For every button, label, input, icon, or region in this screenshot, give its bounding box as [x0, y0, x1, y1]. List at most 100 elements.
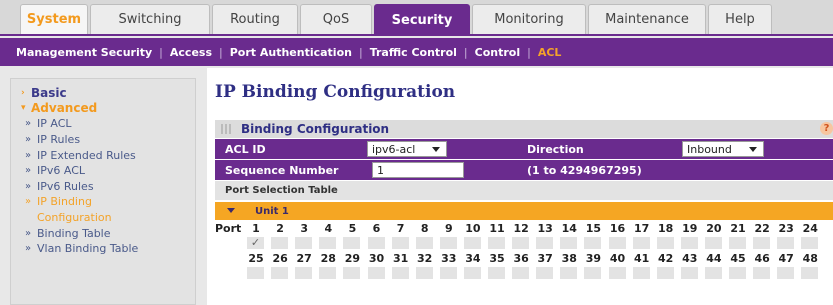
sidebar-item-label: IP Extended Rules	[37, 148, 136, 162]
port-checkbox-row-2	[215, 267, 833, 281]
submenu-separator: |	[463, 45, 468, 59]
sidebar-item-label: IP Binding	[37, 195, 92, 209]
port-checkbox-26[interactable]	[271, 267, 290, 279]
port-checkbox-21[interactable]	[729, 237, 747, 249]
port-checkbox-42[interactable]	[656, 267, 675, 279]
tab-routing[interactable]: Routing	[212, 4, 298, 34]
port-checkbox-29[interactable]	[343, 267, 362, 279]
port-number: 18	[658, 222, 674, 235]
sidebar-item-ip-extended-rules[interactable]: » IP Extended Rules	[21, 147, 195, 163]
port-checkbox-25[interactable]	[247, 267, 265, 279]
help-icon[interactable]: ?	[820, 122, 833, 135]
tab-monitoring[interactable]: Monitoring	[472, 4, 586, 34]
port-checkbox-20[interactable]	[704, 237, 723, 249]
page-title: IP Binding Configuration	[215, 82, 456, 102]
port-checkbox-45[interactable]	[729, 267, 747, 279]
port-checkbox-9[interactable]	[439, 237, 458, 249]
port-checkbox-31[interactable]	[391, 267, 410, 279]
submenu-traffic-control[interactable]: Traffic Control	[370, 46, 457, 59]
port-number: 36	[513, 252, 529, 265]
port-checkbox-10[interactable]	[463, 237, 482, 249]
sequence-number-label: Sequence Number	[225, 163, 339, 177]
port-number: 24	[802, 222, 818, 235]
port-checkbox-16[interactable]	[608, 237, 627, 249]
tab-help[interactable]: Help	[708, 4, 772, 34]
port-checkbox-23[interactable]	[777, 237, 796, 249]
port-checkbox-46[interactable]	[753, 267, 772, 279]
port-number: 26	[272, 252, 288, 265]
unit-row[interactable]: Unit 1	[215, 202, 833, 220]
submenu-access[interactable]: Access	[170, 46, 212, 59]
submenu-acl[interactable]: ACL	[538, 46, 562, 59]
sequence-number-input[interactable]: 1	[372, 162, 464, 178]
port-checkbox-7[interactable]	[391, 237, 410, 249]
port-checkbox-8[interactable]	[415, 237, 434, 249]
port-checkbox-11[interactable]	[488, 237, 506, 249]
port-checkbox-2[interactable]	[271, 237, 290, 249]
tab-system[interactable]: System	[20, 4, 88, 34]
sidebar-item-ip-binding-configuration-cont[interactable]: Configuration	[21, 210, 195, 226]
sidebar-item-basic[interactable]: › Basic	[21, 85, 195, 101]
sidebar-item-advanced[interactable]: ▾ Advanced	[21, 101, 195, 117]
port-checkbox-36[interactable]	[512, 267, 531, 279]
sidebar-item-ip-rules[interactable]: » IP Rules	[21, 132, 195, 148]
sidebar-item-vlan-binding-table[interactable]: » Vlan Binding Table	[21, 241, 195, 257]
port-number: 13	[537, 222, 553, 235]
port-checkbox-32[interactable]	[415, 267, 434, 279]
binding-configuration-panel: Binding Configuration ? ACL ID ipv6-acl …	[215, 120, 833, 305]
port-checkbox-18[interactable]	[656, 237, 675, 249]
tab-maintenance[interactable]: Maintenance	[588, 4, 706, 34]
port-checkbox-27[interactable]	[295, 267, 314, 279]
port-checkbox-41[interactable]	[632, 267, 651, 279]
sidebar-item-ipv6-acl[interactable]: » IPv6 ACL	[21, 163, 195, 179]
port-checkbox-33[interactable]	[439, 267, 458, 279]
dropdown-arrow-icon	[432, 147, 440, 152]
sidebar-item-ipv6-rules[interactable]: » IPv6 Rules	[21, 179, 195, 195]
port-checkbox-15[interactable]	[584, 237, 603, 249]
submenu-port-authentication[interactable]: Port Authentication	[230, 46, 352, 59]
port-checkbox-44[interactable]	[704, 267, 723, 279]
port-checkbox-13[interactable]	[536, 237, 555, 249]
port-checkbox-34[interactable]	[463, 267, 482, 279]
port-checkbox-35[interactable]	[488, 267, 506, 279]
port-checkbox-14[interactable]	[560, 237, 579, 249]
port-checkbox-6[interactable]	[367, 237, 386, 249]
port-checkbox-24[interactable]	[801, 237, 820, 249]
port-checkbox-43[interactable]	[680, 267, 699, 279]
port-checkbox-3[interactable]	[295, 237, 314, 249]
sidebar-item-ip-binding-configuration[interactable]: » IP Binding	[21, 194, 195, 210]
unit-label: Unit 1	[255, 205, 289, 217]
port-checkbox-48[interactable]	[801, 267, 820, 279]
port-checkbox-4[interactable]	[319, 237, 338, 249]
submenu-management-security[interactable]: Management Security	[16, 46, 152, 59]
port-checkbox-40[interactable]	[608, 267, 627, 279]
port-number: 38	[561, 252, 577, 265]
tab-switching[interactable]: Switching	[90, 4, 210, 34]
sidebar-item-label: IPv6 ACL	[37, 164, 86, 178]
tab-security[interactable]: Security	[374, 4, 470, 36]
direction-select[interactable]: Inbound	[682, 141, 764, 157]
port-number: 3	[300, 222, 309, 235]
port-checkbox-38[interactable]	[560, 267, 579, 279]
port-checkbox-47[interactable]	[777, 267, 796, 279]
port-checkbox-19[interactable]	[680, 237, 699, 249]
port-checkbox-1[interactable]: ✓	[247, 237, 265, 249]
sidebar-item-binding-table[interactable]: » Binding Table	[21, 225, 195, 241]
sidebar-item-label: Configuration	[37, 211, 112, 225]
port-number: 41	[633, 252, 650, 265]
port-checkbox-39[interactable]	[584, 267, 603, 279]
port-checkbox-30[interactable]	[367, 267, 386, 279]
sidebar-item-ip-acl[interactable]: » IP ACL	[21, 116, 195, 132]
port-checkbox-22[interactable]	[753, 237, 772, 249]
port-number: 7	[396, 222, 405, 235]
port-checkbox-5[interactable]	[343, 237, 362, 249]
port-checkbox-37[interactable]	[536, 267, 555, 279]
submenu-control[interactable]: Control	[475, 46, 520, 59]
sidebar-item-label: Advanced	[31, 101, 98, 116]
port-checkbox-12[interactable]	[512, 237, 531, 249]
tab-qos[interactable]: QoS	[300, 4, 372, 34]
port-checkbox-28[interactable]	[319, 267, 338, 279]
acl-id-select[interactable]: ipv6-acl	[367, 141, 447, 157]
port-checkbox-17[interactable]	[632, 237, 651, 249]
security-submenu: Management Security | Access | Port Auth…	[0, 38, 833, 66]
